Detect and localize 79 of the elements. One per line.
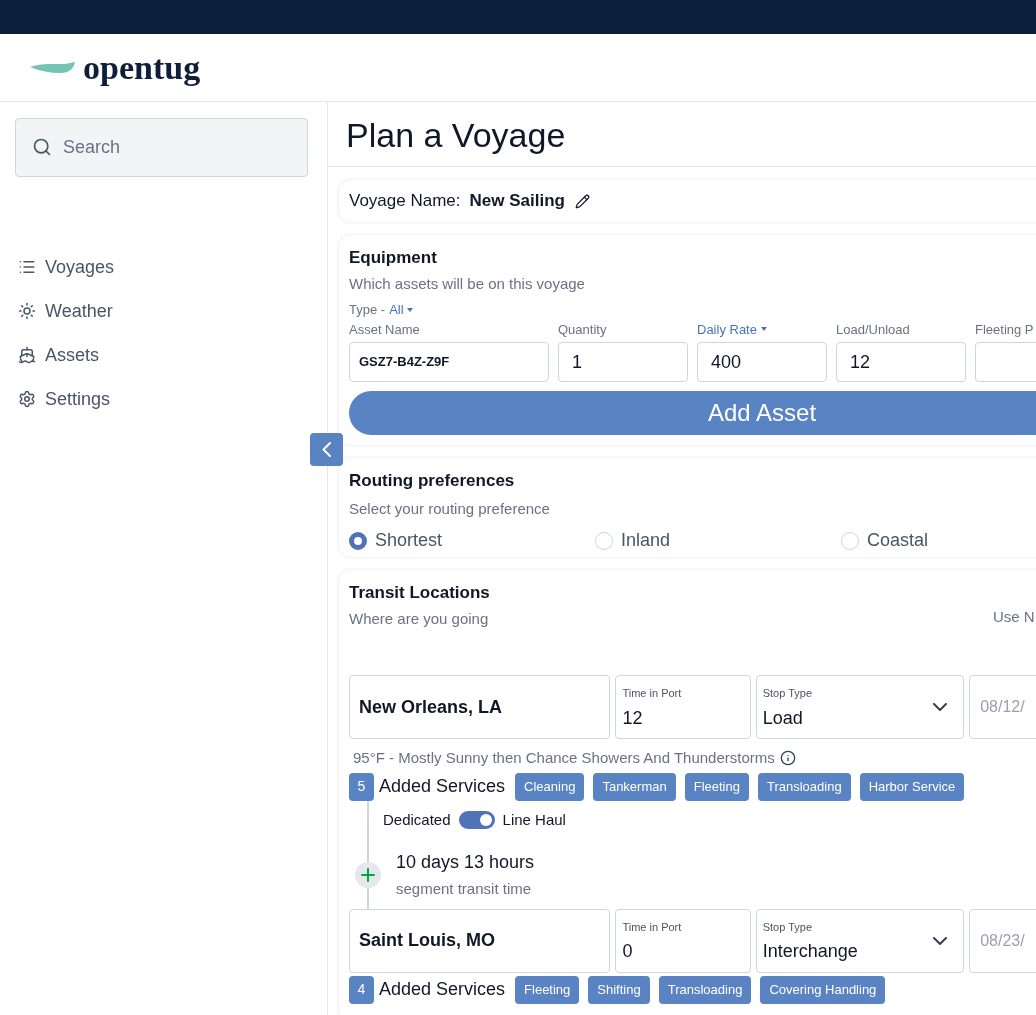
segment-caption: segment transit time (396, 879, 533, 899)
column-label: Quantity (558, 320, 608, 339)
toggle-label: Line Haul (502, 809, 566, 830)
sidebar-item[interactable]: Weather (18, 299, 312, 323)
logo-text: opentug (83, 50, 201, 85)
voyage-name-value: New Sailing (469, 190, 565, 213)
chevron-down-icon (933, 936, 948, 946)
service-tag[interactable]: Tankerman (593, 772, 676, 801)
asset-input-field[interactable]: 12 (836, 342, 966, 382)
field-value: Interchange (762, 940, 858, 963)
services-count-badge: 5 (349, 772, 374, 801)
time-in-port-field[interactable]: Time in Port 12 (615, 675, 751, 739)
plus-icon (361, 867, 375, 882)
add-asset-button[interactable]: Add Asset (349, 391, 1036, 435)
toggle-label: Dedicated (383, 809, 451, 830)
radio-button[interactable] (349, 531, 367, 550)
section-title: Routing preferences (349, 470, 516, 492)
asset-input-field[interactable]: 1 (558, 342, 688, 382)
field-value: Load (762, 706, 804, 730)
sidebar-item[interactable]: Settings (18, 387, 312, 411)
route-option[interactable]: Coastal (841, 527, 1036, 554)
sun-icon (18, 302, 36, 320)
column-label: Asset Name (349, 320, 421, 339)
type-filter[interactable]: All (389, 300, 413, 320)
search-icon (32, 137, 52, 157)
section-subtitle: Which assets will be on this voyage (349, 273, 586, 294)
weather-forecast: 95°F - Mostly Sunny then Chance Showers And Thunderstorms (353, 748, 775, 768)
asset-input-field[interactable]: 400 (697, 342, 827, 382)
sidebar-item[interactable]: Voyages (18, 255, 312, 279)
location-field[interactable]: New Orleans, LA (349, 675, 611, 739)
service-tag[interactable]: Covering Handling (760, 975, 886, 1004)
field-value: 0 (622, 940, 634, 963)
services-label: Added Services (379, 775, 506, 798)
list-icon (18, 258, 36, 276)
search-field[interactable]: Search (15, 118, 308, 177)
location-field[interactable]: Saint Louis, MO (349, 908, 611, 973)
service-tag[interactable]: Transloading (757, 772, 851, 801)
chevron-down-icon (933, 703, 948, 712)
section-title: Transit Locations (349, 582, 491, 604)
section-subtitle: Where are you going (349, 608, 490, 629)
column-label[interactable]: Daily Rate (697, 319, 827, 339)
column-label: Fleeting P (975, 320, 1035, 339)
add-stop-button[interactable] (355, 861, 381, 888)
stop-type-select[interactable]: Stop Type Interchange (755, 908, 965, 973)
field-label: Stop Type (762, 686, 812, 701)
page-title: Plan a Voyage (346, 115, 566, 156)
services-label: Added Services (379, 978, 506, 1001)
service-tag[interactable]: Cleaning (515, 772, 585, 801)
service-tag[interactable]: Shifting (588, 975, 650, 1004)
use-option-text: Use N (993, 607, 1035, 627)
services-count-badge: 4 (349, 975, 374, 1004)
section-title: Equipment (349, 247, 438, 269)
field-label: Stop Type (762, 919, 813, 935)
field-value: 12 (622, 706, 644, 730)
edit-icon[interactable] (574, 193, 590, 209)
asset-input-field[interactable]: GSZ7-B4Z-Z9F (349, 342, 549, 382)
field-label: Time in Port (622, 686, 683, 701)
service-tag[interactable]: Fleeting (684, 772, 749, 801)
segment-duration: 10 days 13 hours (396, 851, 535, 874)
info-icon[interactable] (779, 750, 796, 767)
gear-icon (18, 390, 36, 408)
service-tag[interactable]: Fleeting (515, 975, 580, 1004)
route-option[interactable]: Shortest (349, 527, 595, 554)
logo-wave-icon (30, 59, 75, 76)
collapse-sidebar-button[interactable] (310, 433, 343, 466)
service-tag[interactable]: Transloading (658, 975, 752, 1004)
time-in-port-field[interactable]: Time in Port 0 (615, 908, 751, 973)
section-subtitle: Select your routing preference (349, 498, 551, 519)
field-label: Time in Port (622, 919, 683, 935)
ship-icon (18, 346, 36, 364)
route-option[interactable]: Inland (595, 527, 841, 554)
service-tag[interactable]: Harbor Service (859, 772, 965, 801)
stop-type-select[interactable]: Stop Type Load (755, 675, 965, 739)
chevron-left-icon (322, 442, 331, 457)
type-label: Type - (349, 301, 386, 319)
toggle-switch[interactable] (458, 810, 495, 829)
column-label: Load/Unload (836, 320, 911, 339)
voyage-name-label: Voyage Name: (349, 190, 461, 213)
sidebar-item[interactable]: Assets (18, 343, 312, 367)
